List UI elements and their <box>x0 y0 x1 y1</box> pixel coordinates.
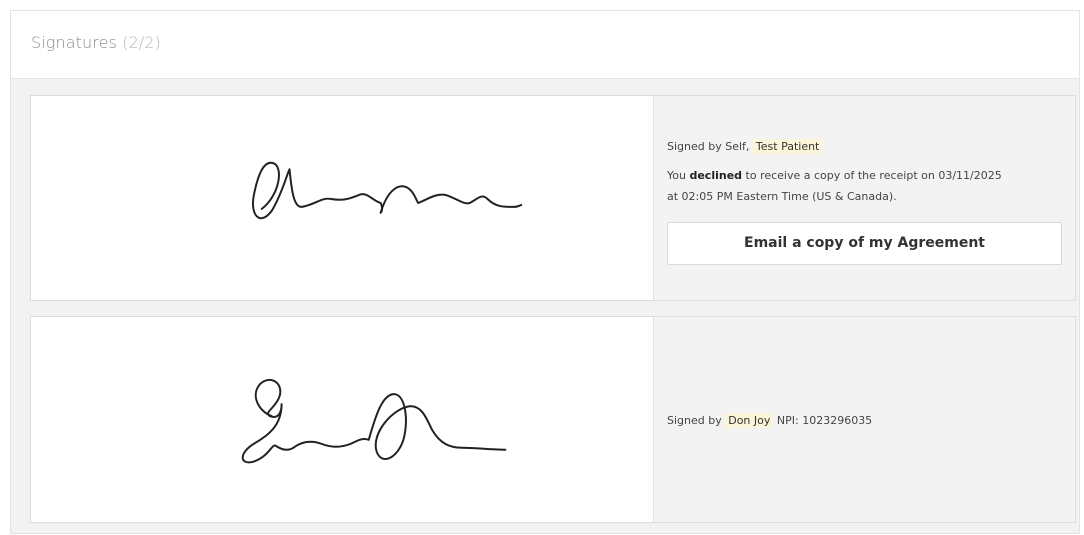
signer-name-highlight: Don Joy <box>725 413 774 428</box>
receipt-status-line-2: at 02:05 PM Eastern Time (US & Canada). <box>667 190 897 203</box>
signed-by-line-provider: Signed by Don Joy NPI: 1023296035 <box>667 413 873 428</box>
npi-number: NPI: 1023296035 <box>776 414 873 427</box>
signer-name-highlight: Test Patient <box>752 139 823 154</box>
signature-card-provider: Signed by Don Joy NPI: 1023296035 <box>30 316 1076 523</box>
panel-header: Signatures (2/2) <box>11 11 1079 79</box>
handwritten-signature-provider <box>241 379 507 464</box>
panel-title-text: Signatures <box>31 33 117 52</box>
signature-info-provider: Signed by Don Joy NPI: 1023296035 <box>653 317 1075 522</box>
signed-by-line-patient: Signed by Self, Test Patient <box>667 139 823 154</box>
status-you: You <box>667 169 686 182</box>
status-declined: declined <box>689 169 743 182</box>
panel-title: Signatures (2/2) <box>31 33 161 52</box>
signature-card-patient: Signed by Self, Test Patient You decline… <box>30 95 1076 301</box>
signature-info-patient: Signed by Self, Test Patient You decline… <box>653 96 1075 300</box>
receipt-status-line-1: You declined to receive a copy of the re… <box>667 169 1002 182</box>
signature-image-provider <box>31 317 653 522</box>
signature-count: (2/2) <box>122 33 161 52</box>
signatures-panel: Signatures (2/2) Signed by Self, Test Pa… <box>10 10 1080 534</box>
handwritten-signature-patient <box>252 161 523 220</box>
signature-image-patient <box>31 96 653 300</box>
signed-by-prefix: Signed by Self, <box>667 140 750 153</box>
status-rest: to receive a copy of the receipt on 03/1… <box>745 169 1002 182</box>
email-agreement-button[interactable]: Email a copy of my Agreement <box>667 222 1062 265</box>
signed-by-prefix: Signed by <box>667 414 722 427</box>
